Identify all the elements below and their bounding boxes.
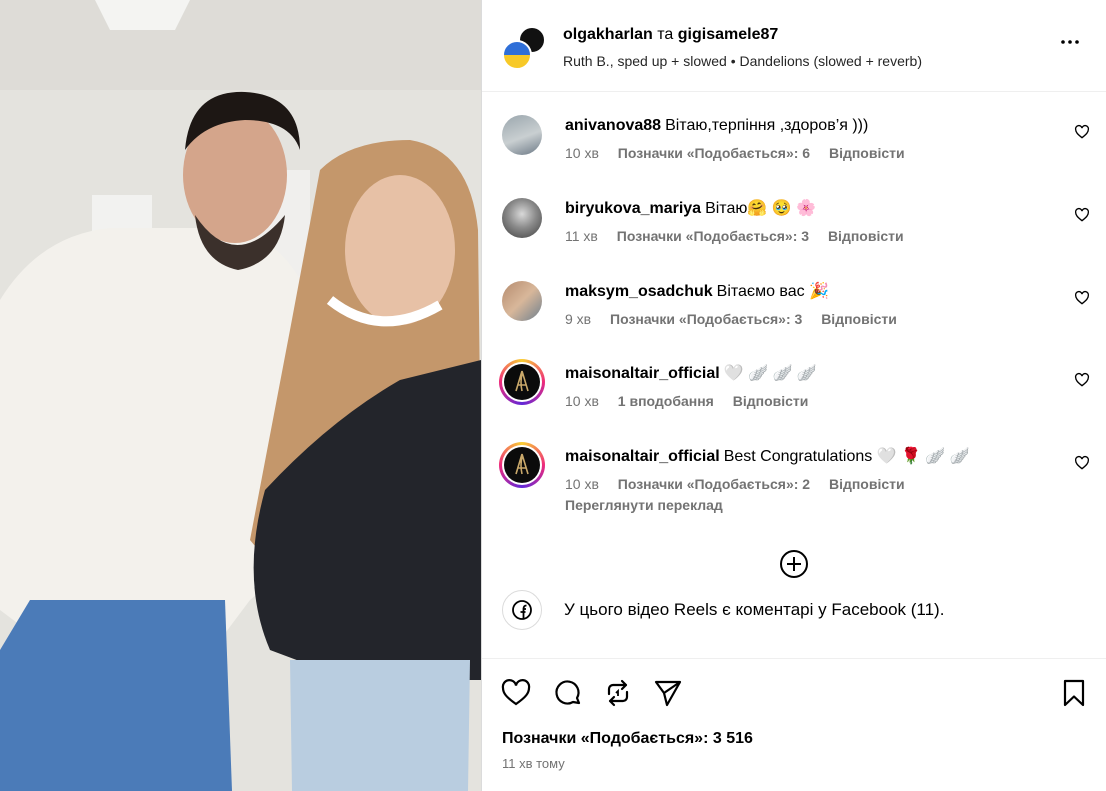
comment-item: maksym_osadchuk Вітаємо вас 🎉 9 хв Познач… (482, 281, 1106, 351)
brand-logo-icon (515, 453, 529, 475)
see-translation-link[interactable]: Переглянути переклад (565, 497, 723, 513)
comment-text: Вітаю🤗 🥹 🌸 (705, 200, 817, 217)
comment-likes[interactable]: Позначки «Подобається»: 3 (610, 311, 802, 327)
comment-avatar[interactable] (502, 281, 542, 321)
author-link-1[interactable]: olgakharlan (563, 26, 653, 43)
comment-username[interactable]: maisonaltair_official (565, 365, 720, 382)
comment-username[interactable]: maksym_osadchuk (565, 283, 713, 300)
comment-username[interactable]: anivanova88 (565, 117, 661, 134)
comment-time[interactable]: 10 хв (565, 393, 599, 409)
reel-video[interactable] (0, 0, 481, 791)
comment-icon[interactable] (552, 677, 584, 709)
comment-likes[interactable]: Позначки «Подобається»: 3 (617, 228, 809, 244)
comment-time[interactable]: 11 хв (565, 228, 598, 244)
comment-body: maksym_osadchuk Вітаємо вас 🎉 (565, 281, 829, 303)
comment-likes[interactable]: 1 вподобання (618, 393, 714, 409)
facebook-comments-note[interactable]: У цього відео Reels є коментарі у Facebo… (502, 590, 1102, 630)
comment-avatar[interactable] (502, 115, 542, 155)
author-link-2[interactable]: gigisamele87 (678, 26, 779, 43)
comment-item: anivanova88 Вітаю,терпіння ,здоров’я ))) … (482, 115, 1106, 185)
comment-likes[interactable]: Позначки «Подобається»: 6 (618, 145, 810, 161)
collab-avatars[interactable] (502, 26, 546, 70)
comment-body: maisonaltair_official Best Congratulation… (565, 446, 970, 468)
plus-circle-icon[interactable] (778, 548, 810, 580)
comment-item: maisonaltair_official 🤍 🪽 🪽 🪽 10 хв 1 впо… (482, 359, 1106, 433)
heart-icon[interactable] (1074, 124, 1090, 140)
comment-avatar-story-ring[interactable] (499, 359, 545, 405)
post-panel: olgakharlan та gigisamele87 Ruth B., spe… (481, 0, 1106, 791)
facebook-note-text: У цього відео Reels є коментарі у Facebo… (564, 600, 945, 619)
share-icon[interactable] (652, 677, 684, 709)
comment-meta: 10 хв 1 вподобання Відповісти (565, 393, 823, 409)
more-icon[interactable] (1058, 30, 1082, 54)
post-time[interactable]: 11 хв тому (502, 756, 565, 771)
comment-text: Вітаємо вас 🎉 (716, 283, 830, 300)
comment-body: maisonaltair_official 🤍 🪽 🪽 🪽 (565, 363, 817, 385)
comment-time[interactable]: 10 хв (565, 145, 599, 161)
brand-logo-icon (515, 370, 529, 392)
comment-time[interactable]: 9 хв (565, 311, 591, 327)
heart-icon[interactable] (500, 677, 532, 709)
comment-username[interactable]: biryukova_mariya (565, 200, 701, 217)
comment-meta: 10 хв Позначки «Подобається»: 6 Відповіс… (565, 145, 920, 161)
comment-meta: 10 хв Позначки «Подобається»: 2 Відповіс… (565, 476, 920, 492)
comment-body: anivanova88 Вітаю,терпіння ,здоров’я ))) (565, 115, 868, 137)
audio-link[interactable]: Ruth B., sped up + slowed • Dandelions (… (563, 53, 922, 69)
reply-button[interactable]: Відповісти (821, 311, 897, 327)
likes-count[interactable]: Позначки «Подобається»: 3 516 (502, 730, 753, 748)
post-authors: olgakharlan та gigisamele87 (563, 26, 778, 44)
facebook-badge (502, 590, 542, 630)
comment-avatar-story-ring[interactable] (499, 442, 545, 488)
comment-username[interactable]: maisonaltair_official (565, 448, 720, 465)
comment-text: 🤍 🪽 🪽 🪽 (723, 365, 817, 382)
reply-button[interactable]: Відповісти (829, 476, 905, 492)
comment-meta: 9 хв Позначки «Подобається»: 3 Відповіст… (565, 311, 912, 327)
post-header: olgakharlan та gigisamele87 Ruth B., spe… (482, 0, 1106, 92)
reply-button[interactable]: Відповісти (829, 145, 905, 161)
heart-icon[interactable] (1074, 372, 1090, 388)
heart-icon[interactable] (1074, 290, 1090, 306)
comment-likes[interactable]: Позначки «Подобається»: 2 (618, 476, 810, 492)
comment-text: Best Congratulations 🤍 🌹 🪽 🪽 (723, 448, 970, 465)
heart-icon[interactable] (1074, 455, 1090, 471)
comment-item: biryukova_mariya Вітаю🤗 🥹 🌸 11 хв Позначк… (482, 198, 1106, 268)
repost-icon[interactable] (602, 677, 634, 709)
video-frame (0, 0, 481, 791)
facebook-icon (512, 600, 532, 620)
comment-item: maisonaltair_official Best Congratulation… (482, 442, 1106, 516)
reply-button[interactable]: Відповісти (733, 393, 809, 409)
comment-meta: 11 хв Позначки «Подобається»: 3 Відповіс… (565, 228, 919, 244)
comment-text: Вітаю,терпіння ,здоров’я ))) (665, 117, 869, 134)
authors-joiner: та (657, 26, 674, 43)
comment-time[interactable]: 10 хв (565, 476, 599, 492)
post-actions-footer: Позначки «Подобається»: 3 516 11 хв тому (482, 658, 1106, 791)
comment-body: biryukova_mariya Вітаю🤗 🥹 🌸 (565, 198, 816, 220)
avatar-olgakharlan[interactable] (502, 40, 532, 70)
bookmark-icon[interactable] (1058, 677, 1090, 709)
comment-avatar[interactable] (502, 198, 542, 238)
heart-icon[interactable] (1074, 207, 1090, 223)
reply-button[interactable]: Відповісти (828, 228, 904, 244)
